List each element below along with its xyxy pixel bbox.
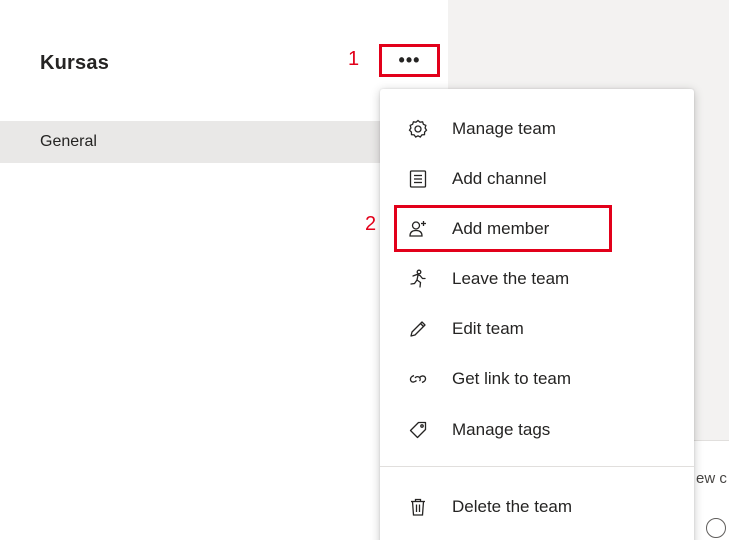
gear-icon [408,119,428,139]
leave-runner-icon [408,269,428,289]
team-name[interactable]: Kursas [40,52,109,75]
menu-item-manage-team[interactable]: Manage team [380,109,694,149]
team-options-menu: Manage team Add channel Add member Leave… [380,89,694,540]
trash-icon [408,497,428,517]
annotation-step-2: 2 [365,213,377,235]
channel-item-general[interactable]: General [0,121,380,163]
more-options-button[interactable]: ••• [379,44,440,77]
add-person-icon [408,219,428,239]
pencil-icon [408,319,428,339]
channel-list-icon [408,169,428,189]
menu-item-delete-team[interactable]: Delete the team [380,487,694,527]
link-icon [408,369,428,389]
menu-item-edit-team[interactable]: Edit team [380,309,694,349]
menu-item-label: Delete the team [452,497,573,516]
menu-item-get-link[interactable]: Get link to team [380,359,694,399]
menu-item-leave-team[interactable]: Leave the team [380,259,694,299]
annotation-step-1: 1 [348,48,360,70]
menu-item-add-channel[interactable]: Add channel [380,159,694,199]
menu-item-label: Manage tags [452,420,551,439]
menu-item-manage-tags[interactable]: Manage tags [380,410,694,450]
more-options-icon: ••• [398,50,421,70]
menu-divider [380,466,694,467]
emoji-icon[interactable] [706,518,726,538]
compose-partial-text: ew c [696,470,727,487]
menu-item-label: Add member [452,219,550,238]
channel-label: General [40,133,97,150]
menu-item-label: Leave the team [452,269,570,288]
menu-item-label: Add channel [452,169,547,188]
menu-item-label: Edit team [452,319,524,338]
menu-item-label: Manage team [452,119,556,138]
tag-icon [408,420,428,440]
menu-item-label: Get link to team [452,369,572,388]
menu-item-add-member[interactable]: Add member [380,209,694,249]
teams-window: Kursas General ew c 1 ••• Manage team Ad… [0,0,729,540]
